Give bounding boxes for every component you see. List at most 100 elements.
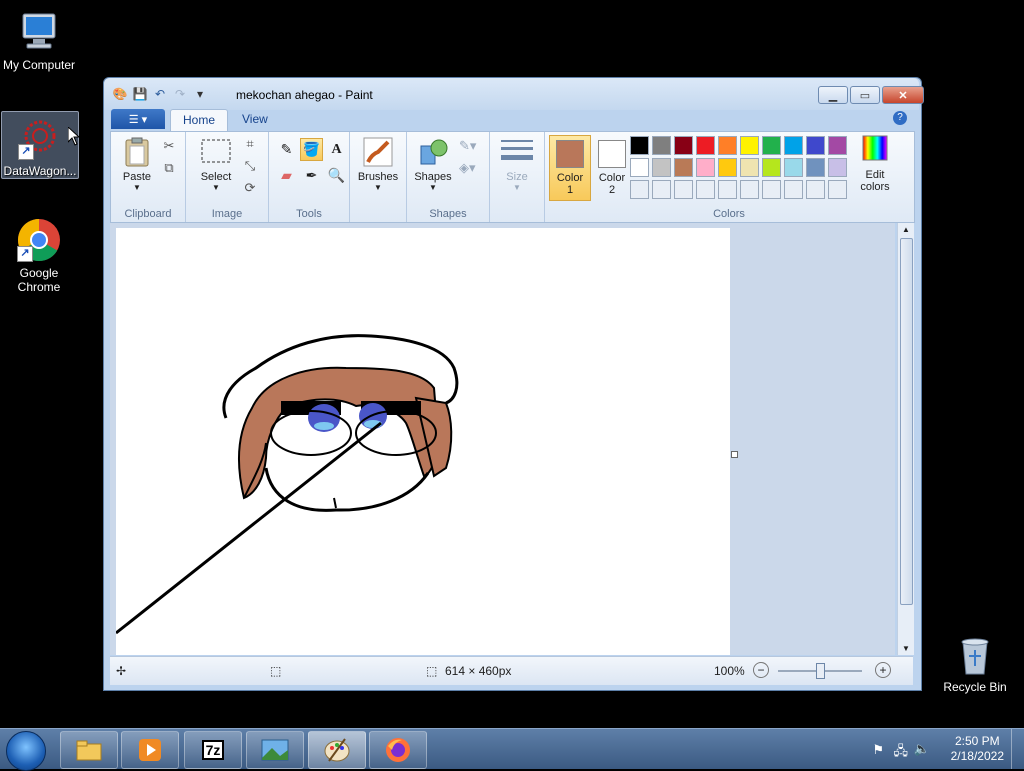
group-label: Clipboard <box>124 208 172 220</box>
action-center-flag-icon[interactable]: ⚑ <box>872 742 884 758</box>
select-icon <box>200 136 232 168</box>
zoom-out-button[interactable]: − <box>753 662 769 678</box>
palette-swatch[interactable] <box>630 136 649 155</box>
palette-swatch[interactable] <box>696 136 715 155</box>
palette-custom-swatch[interactable] <box>806 180 825 199</box>
palette-swatch[interactable] <box>674 136 693 155</box>
taskbar-firefox[interactable] <box>369 731 427 769</box>
palette-custom-swatch[interactable] <box>718 180 737 199</box>
zoom-level: 100% <box>714 664 745 678</box>
color1-button[interactable]: Color 1 <box>549 135 591 201</box>
scroll-down-icon[interactable]: ▼ <box>902 644 910 653</box>
desktop-icon-my-computer[interactable]: My Computer <box>1 4 77 72</box>
palette-swatch[interactable] <box>762 136 781 155</box>
palette-swatch[interactable] <box>740 158 759 177</box>
magnifier-icon[interactable]: 🔍 <box>325 164 348 187</box>
undo-icon[interactable]: ↶ <box>152 86 168 102</box>
palette-custom-swatch[interactable] <box>652 180 671 199</box>
palette-swatch[interactable] <box>784 158 803 177</box>
zoom-in-button[interactable]: + <box>875 662 891 678</box>
maximize-button[interactable]: ▭ <box>850 86 880 104</box>
copy-icon[interactable]: ⧉ <box>161 160 177 176</box>
canvas-scroll-area <box>110 223 895 655</box>
close-button[interactable]: ✕ <box>882 86 924 104</box>
palette-swatch[interactable] <box>828 136 847 155</box>
clock[interactable]: 2:50 PM 2/18/2022 <box>951 734 1004 764</box>
chrome-icon: ↗ <box>17 218 61 262</box>
crop-icon[interactable]: ⌗ <box>242 136 258 152</box>
palette-custom-swatch[interactable] <box>784 180 803 199</box>
palette-swatch[interactable] <box>630 158 649 177</box>
chevron-down-icon: ▼ <box>212 183 220 192</box>
rotate-icon[interactable]: ⟳ <box>242 180 258 196</box>
network-icon[interactable]: 🖧 <box>894 742 909 764</box>
palette-swatch[interactable] <box>696 158 715 177</box>
paint-menu-button[interactable]: ☰ ▾ <box>111 109 165 129</box>
drawing-canvas[interactable] <box>115 228 730 655</box>
taskbar-photo-viewer[interactable] <box>246 731 304 769</box>
select-button[interactable]: Select ▼ <box>194 136 238 192</box>
desktop-icon-google-chrome[interactable]: ↗ Google Chrome <box>1 212 77 294</box>
brushes-label: Brushes <box>357 171 399 183</box>
palette-custom-swatch[interactable] <box>674 180 693 199</box>
save-icon[interactable]: 💾 <box>132 86 148 102</box>
palette-custom-swatch[interactable] <box>762 180 781 199</box>
show-desktop-button[interactable] <box>1011 729 1024 769</box>
minimize-button[interactable]: ▁ <box>818 86 848 104</box>
volume-icon[interactable]: 🔈 <box>914 741 930 757</box>
zoom-slider-thumb[interactable] <box>816 663 825 679</box>
tab-home[interactable]: Home <box>170 109 229 131</box>
taskbar-7zip[interactable]: 7z <box>184 731 242 769</box>
palette-custom-swatch[interactable] <box>740 180 759 199</box>
scroll-up-icon[interactable]: ▲ <box>902 225 910 234</box>
redo-icon[interactable]: ↷ <box>172 86 188 102</box>
computer-icon <box>17 10 61 54</box>
group-colors: Color 1 Color 2 Edit colors Colors <box>545 132 913 222</box>
start-button[interactable] <box>6 731 46 771</box>
brushes-button[interactable]: Brushes ▼ <box>354 136 402 192</box>
shapes-label: Shapes <box>414 171 452 183</box>
group-image: Select ▼ ⌗ ⤡ ⟳ Image <box>186 132 269 222</box>
palette-swatch[interactable] <box>718 136 737 155</box>
canvas-resize-handle[interactable] <box>731 451 738 458</box>
palette-custom-swatch[interactable] <box>630 180 649 199</box>
palette-swatch[interactable] <box>740 136 759 155</box>
cut-icon[interactable]: ✂ <box>161 138 177 154</box>
brush-icon <box>362 136 394 168</box>
palette-swatch[interactable] <box>828 158 847 177</box>
paint-window: 🎨 💾 ↶ ↷ ▾ mekochan ahegao - Paint ▁ ▭ ✕ … <box>103 77 924 691</box>
desktop-icon-recycle-bin[interactable]: Recycle Bin <box>937 626 1013 694</box>
palette-swatch[interactable] <box>652 136 671 155</box>
paint-app-icon[interactable]: 🎨 <box>112 86 128 102</box>
paste-button[interactable]: Paste ▼ <box>117 136 157 192</box>
taskbar-paint[interactable] <box>308 731 366 769</box>
help-icon[interactable]: ? <box>893 111 907 125</box>
palette-swatch[interactable] <box>674 158 693 177</box>
color2-button[interactable]: Color 2 <box>591 135 633 201</box>
vertical-scrollbar[interactable]: ▲ ▼ <box>897 223 914 655</box>
edit-colors-button[interactable]: Edit colors <box>853 134 897 193</box>
customize-qat-icon[interactable]: ▾ <box>192 86 208 102</box>
palette-swatch[interactable] <box>762 158 781 177</box>
fill-icon[interactable]: 🪣 <box>300 138 323 161</box>
taskbar-explorer[interactable] <box>60 731 118 769</box>
desktop-icon-label: DataWagon... <box>3 164 77 178</box>
color-picker-icon[interactable]: ✒ <box>300 164 323 187</box>
tab-view[interactable]: View <box>230 109 280 130</box>
scroll-thumb[interactable] <box>900 238 913 605</box>
eraser-icon[interactable]: ▰ <box>275 164 298 187</box>
taskbar-media-player[interactable] <box>121 731 179 769</box>
pencil-icon[interactable]: ✎ <box>275 138 298 161</box>
palette-custom-swatch[interactable] <box>828 180 847 199</box>
resize-icon[interactable]: ⤡ <box>242 158 258 174</box>
palette-swatch[interactable] <box>784 136 803 155</box>
palette-custom-swatch[interactable] <box>696 180 715 199</box>
palette-swatch[interactable] <box>718 158 737 177</box>
text-icon[interactable]: A <box>325 138 348 161</box>
color1-label: Color <box>556 172 584 184</box>
title-bar[interactable]: 🎨 💾 ↶ ↷ ▾ mekochan ahegao - Paint ▁ ▭ ✕ <box>104 78 924 110</box>
palette-swatch[interactable] <box>652 158 671 177</box>
palette-swatch[interactable] <box>806 136 825 155</box>
palette-swatch[interactable] <box>806 158 825 177</box>
shapes-button[interactable]: Shapes ▼ <box>411 136 455 192</box>
